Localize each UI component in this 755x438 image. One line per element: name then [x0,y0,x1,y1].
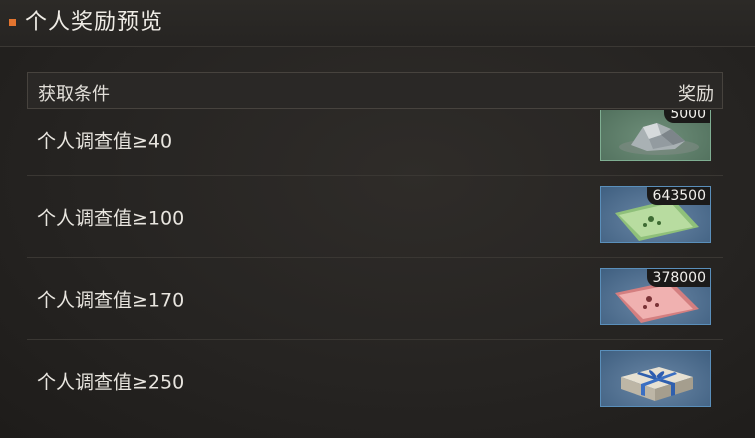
reward-item-slot[interactable] [600,350,711,407]
reward-list[interactable]: 个人调查值≥40 5000 个人调查值≥100 643500 个人调查值≥170… [27,110,723,438]
page-title: 个人奖励预览 [25,10,164,35]
reward-quantity: 5000 [664,110,710,123]
reward-item-slot[interactable]: 378000 [600,268,711,325]
gift-box-icon [621,367,693,401]
table-header: 获取条件 奖励 [27,72,723,109]
condition-text: 个人调查值≥40 [37,130,173,153]
reward-row: 个人调查值≥100 643500 [27,176,723,258]
reward-row: 个人调查值≥40 5000 [27,110,723,176]
condition-text: 个人调查值≥170 [37,289,185,311]
reward-quantity: 643500 [646,187,710,205]
reward-item-slot[interactable]: 643500 [600,186,711,243]
column-header-reward: 奖励 [678,84,714,105]
reward-row: 个人调查值≥170 378000 [27,258,723,340]
condition-text: 个人调查值≥250 [37,371,185,394]
title-bar: 个人奖励预览 [0,0,755,47]
condition-text: 个人调查值≥100 [37,207,185,229]
reward-row: 个人调查值≥250 [27,340,723,422]
reward-item-slot[interactable]: 5000 [600,110,711,161]
column-header-condition: 获取条件 [38,84,110,105]
reward-quantity: 378000 [646,269,710,287]
title-marker-icon [9,19,16,26]
